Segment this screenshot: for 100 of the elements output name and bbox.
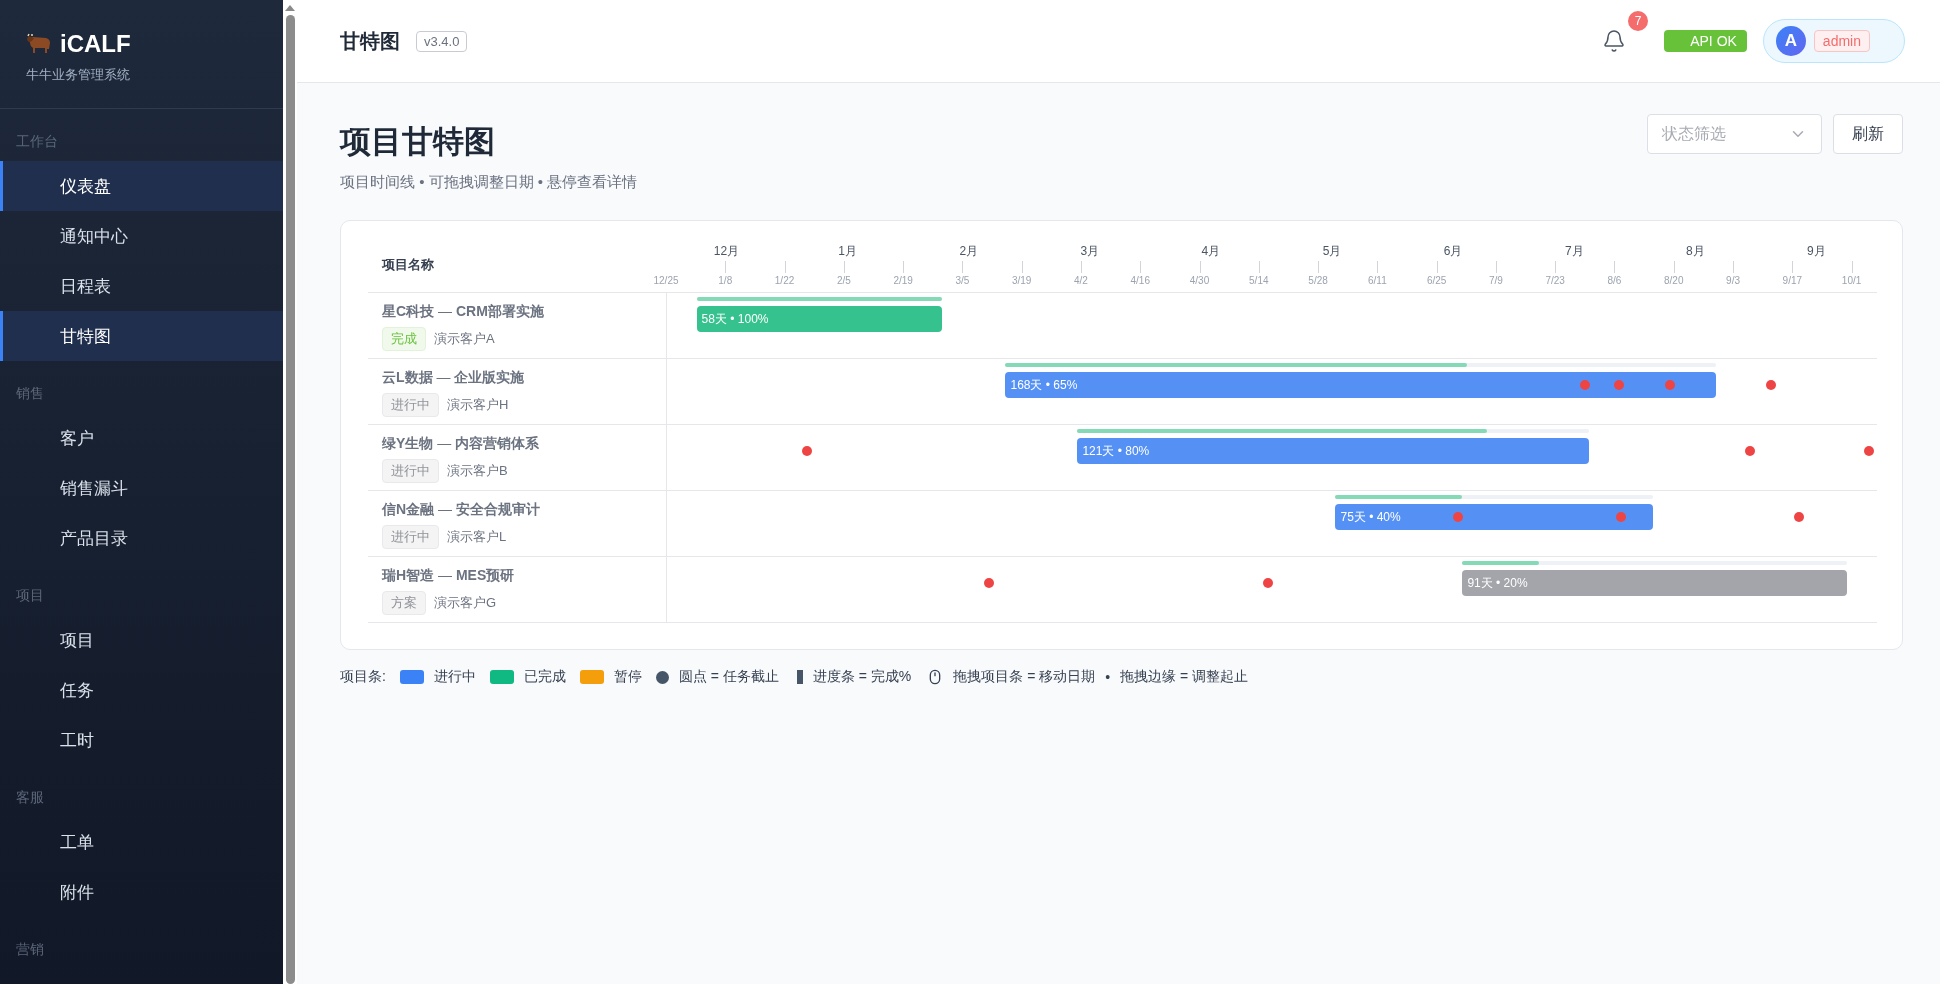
- deadline-dot[interactable]: [1766, 380, 1777, 390]
- user-avatar: A: [1775, 26, 1806, 56]
- legend-label: 拖拽项目条 = 移动日期: [953, 668, 1096, 686]
- month-label: 6月: [1443, 243, 1463, 260]
- nav-item[interactable]: 产品目录: [0, 513, 283, 563]
- nav-group-label: 客服: [15, 788, 45, 807]
- month-label: 2月: [959, 243, 979, 260]
- client-name: 演示客户A: [434, 330, 495, 348]
- deadline-dot[interactable]: [801, 446, 812, 456]
- deadline-dot[interactable]: [1664, 380, 1675, 390]
- date-tick-label: 2/5: [836, 275, 851, 286]
- nav-item[interactable]: 客户: [0, 413, 283, 463]
- date-tick-label: 5/28: [1308, 275, 1328, 286]
- date-tick-label: 8/20: [1664, 275, 1684, 286]
- date-tick-label: 1/22: [774, 275, 795, 286]
- page-header-title: 甘特图: [340, 28, 400, 54]
- nav-item[interactable]: 工单: [0, 817, 283, 867]
- project-name: 云L数据 — 企业版实施: [382, 369, 526, 387]
- date-tick-label: 7/9: [1488, 275, 1503, 286]
- status-tag: 进行中: [382, 393, 439, 417]
- brand-name: iCALF: [60, 30, 131, 58]
- nav-item[interactable]: 通知中心: [0, 211, 283, 261]
- month-label: 12月: [713, 243, 740, 260]
- date-tick-label: 6/25: [1426, 275, 1447, 286]
- date-tick-label: 7/23: [1545, 275, 1565, 286]
- nav-group-label: 工作台: [15, 132, 59, 151]
- month-label: 9月: [1807, 243, 1826, 260]
- date-tick-label: 10/1: [1841, 275, 1862, 286]
- status-tag: 方案: [382, 591, 426, 615]
- deadline-dot[interactable]: [1793, 512, 1804, 522]
- date-tick-label: 2/19: [893, 275, 913, 286]
- month-label: 5月: [1322, 243, 1342, 260]
- date-tick-label: 9/3: [1726, 275, 1740, 286]
- brand-subtitle: 牛牛业务管理系统: [26, 66, 131, 84]
- nav-item[interactable]: 仪表盘: [0, 161, 283, 211]
- notification-badge: 7: [1628, 11, 1649, 31]
- user-role-tag: admin: [1813, 30, 1870, 52]
- scrollbar-thumb[interactable]: [285, 15, 295, 984]
- nav-item[interactable]: 工时: [0, 715, 283, 765]
- scrollbar[interactable]: [283, 0, 297, 984]
- date-tick-label: 5/14: [1249, 275, 1269, 286]
- status-tag: 完成: [382, 327, 426, 351]
- nav-group-label: 销售: [15, 384, 45, 403]
- refresh-button[interactable]: 刷新: [1833, 114, 1903, 154]
- month-label: 4月: [1201, 243, 1221, 260]
- project-name: 星C科技 — CRM部署实施: [382, 303, 545, 321]
- nav-item[interactable]: 项目: [0, 615, 283, 665]
- date-tick-label: 8/6: [1607, 275, 1622, 286]
- api-status-badge: API OK: [1664, 30, 1747, 52]
- status-tag: 进行中: [382, 525, 439, 549]
- date-tick-label: 3/19: [1011, 275, 1032, 286]
- legend-label: 进行中: [433, 668, 476, 686]
- date-tick-label: 9/17: [1782, 275, 1803, 286]
- month-label: 7月: [1564, 243, 1584, 260]
- nav-group-label: 营销: [15, 940, 45, 959]
- deadline-dot[interactable]: [1613, 380, 1624, 390]
- deadline-dot[interactable]: [1580, 380, 1591, 390]
- date-tick-label: 1/8: [718, 275, 733, 286]
- project-name: 绿Y生物 — 内容营销体系: [382, 435, 541, 453]
- project-name: 瑞H智造 — MES预研: [382, 567, 516, 585]
- nav-item[interactable]: 日程表: [0, 261, 283, 311]
- client-name: 演示客户G: [434, 594, 497, 612]
- nav-item[interactable]: 销售漏斗: [0, 463, 283, 513]
- month-label: 3月: [1080, 243, 1100, 260]
- nav-item[interactable]: 任务: [0, 665, 283, 715]
- user-menu[interactable]: A admin: [1762, 19, 1905, 63]
- legend-title: 项目条:: [340, 668, 386, 686]
- legend-label: 已完成: [523, 668, 566, 686]
- legend-label: 暂停: [613, 668, 642, 686]
- client-name: 演示客户B: [447, 462, 508, 480]
- legend-label: 圆点 = 任务截止: [678, 668, 779, 686]
- legend-label: 进度条 = 完成%: [812, 668, 912, 686]
- dot-icon: [655, 670, 669, 684]
- deadline-dot[interactable]: [1863, 446, 1874, 456]
- date-tick-label: 4/16: [1130, 275, 1150, 286]
- deadline-dot[interactable]: [1616, 512, 1627, 522]
- date-tick-label: 4/2: [1074, 275, 1088, 286]
- project-name: 信N金融 — 安全合规审计: [382, 501, 541, 519]
- deadline-dot[interactable]: [1745, 446, 1756, 456]
- deadline-dot[interactable]: [983, 578, 994, 588]
- bar-icon: [796, 670, 803, 684]
- month-label: 8月: [1686, 243, 1705, 260]
- date-tick-label: 6/11: [1368, 275, 1387, 286]
- legend-label: •: [1105, 669, 1111, 685]
- scroll-up-arrow-icon[interactable]: [285, 4, 295, 11]
- page-subtitle: 项目时间线 • 可拖拽调整日期 • 悬停查看详情: [340, 173, 638, 192]
- date-tick-label: 3/5: [955, 275, 970, 286]
- status-tag: 进行中: [382, 459, 439, 483]
- nav-item[interactable]: 附件: [0, 867, 283, 917]
- bell-icon[interactable]: [1602, 29, 1627, 53]
- nav-item[interactable]: 甘特图: [0, 311, 283, 361]
- date-tick-label: 4/30: [1189, 275, 1210, 286]
- deadline-dot[interactable]: [1453, 512, 1464, 522]
- deadline-dot[interactable]: [1262, 578, 1273, 588]
- cow-icon: [26, 33, 52, 55]
- page-title: 项目甘特图: [340, 123, 496, 161]
- legend-label: 拖拽边缘 = 调整起止: [1120, 668, 1249, 686]
- client-name: 演示客户L: [447, 528, 507, 546]
- client-name: 演示客户H: [447, 396, 509, 414]
- column-header: 项目名称: [380, 255, 435, 274]
